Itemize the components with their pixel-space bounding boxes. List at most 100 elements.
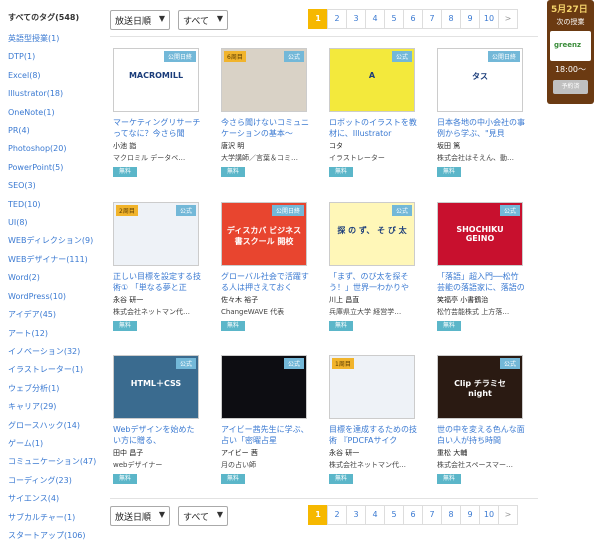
reserve-button[interactable]: 予約済 [553, 80, 588, 94]
page-link[interactable]: 7 [422, 505, 442, 525]
lesson-card[interactable]: 公式 2周目 正しい目標を設定する技術① 「単なる夢と正 永谷 研一 株式会社ネットマン… [110, 199, 202, 339]
filter-select[interactable]: すべて ▼ [178, 10, 228, 30]
lesson-title[interactable]: 「まず、のび太を探そう！」世界一わかりや [329, 271, 417, 293]
price-badge: 無料 [113, 474, 137, 484]
lesson-thumbnail[interactable]: MACROMILL 公開日終 [113, 48, 199, 112]
page-link[interactable]: 10 [479, 505, 499, 525]
teacher-name: 小池 詣 [113, 142, 137, 150]
lesson-thumbnail[interactable]: SHOCHIKU GEINO 公式 [437, 202, 523, 266]
lesson-thumbnail[interactable]: Clip チラミセ night 公式 [437, 355, 523, 419]
tag-link[interactable]: OneNote(1) [8, 104, 100, 122]
tag-link[interactable]: キャリア(29) [8, 398, 100, 416]
filter-select[interactable]: すべて ▼ [178, 506, 228, 526]
lesson-thumbnail[interactable]: 公式 [221, 355, 307, 419]
page-link[interactable]: 5 [384, 9, 404, 29]
tag-link[interactable]: スタートアップ(106) [8, 527, 100, 545]
teacher-name: 川上 昌直 [329, 296, 360, 304]
lesson-title[interactable]: Webデザインを始めたい方に贈る、 [113, 424, 201, 446]
tag-link[interactable]: 英語型授業(1) [8, 30, 100, 48]
tag-link[interactable]: Word(2) [8, 269, 100, 287]
tag-link[interactable]: イラストレーター(1) [8, 361, 100, 379]
lesson-card[interactable]: SHOCHIKU GEINO 公式 「落語」超入門──松竹芸能の落語家に、落語の 笑福… [434, 199, 526, 339]
page-link[interactable]: 5 [384, 505, 404, 525]
official-badge: 公式 [499, 205, 520, 216]
lesson-thumbnail[interactable]: ディスカバ ビジネス書スクール 開校 公開日終 [221, 202, 307, 266]
page-link[interactable]: 3 [346, 505, 366, 525]
greenz-logo: greenz [554, 41, 582, 49]
tag-link[interactable]: アート(12) [8, 325, 100, 343]
tag-link[interactable]: イノベーション(32) [8, 343, 100, 361]
tag-link[interactable]: Photoshop(20) [8, 140, 100, 158]
tag-link[interactable]: ウェブ分析(1) [8, 380, 100, 398]
teacher-name: 永谷 研一 [113, 296, 144, 304]
tag-link[interactable]: WEBデザイナー(111) [8, 251, 100, 269]
page-link[interactable]: 6 [403, 9, 423, 29]
tag-link[interactable]: TED(10) [8, 196, 100, 214]
page-link[interactable]: 8 [441, 9, 461, 29]
lesson-title[interactable]: 今さら聞けないコミュニケーションの基本〜 [221, 117, 309, 139]
lesson-thumbnail[interactable]: HTML＋CSS 公式 [113, 355, 199, 419]
lesson-card[interactable]: A 公式 ロボットのイラストを教材に、Illustrator コタ イラストレーター 無料 [326, 45, 418, 185]
tag-link[interactable]: SEO(3) [8, 177, 100, 195]
lesson-title[interactable]: 目標を達成するための技術 『PDCFAサイク [329, 424, 417, 446]
lesson-card[interactable]: MACROMILL 公開日終マーケティングリサーチってなに？今さら聞小池 詣マクロ… [110, 45, 202, 185]
tag-link[interactable]: コーディング(23) [8, 472, 100, 490]
lesson-title[interactable]: 日本各地の中小会社の事例から学ぶ、"見貝 [437, 117, 525, 139]
lesson-title[interactable]: 世の中を変える色んな面白い人が持ち時間 [437, 424, 525, 446]
lesson-thumbnail[interactable]: 公式 2周目 [113, 202, 199, 266]
lesson-card[interactable]: HTML＋CSS 公式 Webデザインを始めたい方に贈る、 田中 昌子 webデザイナー… [110, 352, 202, 492]
page-link[interactable]: 6 [403, 505, 423, 525]
tag-link[interactable]: コミュニケーション(47) [8, 453, 100, 471]
sort-select[interactable]: 放送日順 ▼ [110, 506, 170, 526]
lesson-thumbnail[interactable]: 公式 6周目 [221, 48, 307, 112]
tag-link[interactable]: グロースハック(14) [8, 417, 100, 435]
page-link[interactable]: 2 [327, 505, 347, 525]
lesson-title[interactable]: 正しい目標を設定する技術① 「単なる夢と正 [113, 271, 201, 293]
next-page-button[interactable]: > [498, 505, 518, 525]
sort-select[interactable]: 放送日順 ▼ [110, 10, 170, 30]
next-page-button[interactable]: > [498, 9, 518, 29]
tag-link[interactable]: UI(8) [8, 214, 100, 232]
lesson-thumbnail[interactable]: 1周目 [329, 355, 415, 419]
page-link[interactable]: 1 [308, 9, 328, 29]
lesson-thumbnail[interactable]: タス 公開日終 [437, 48, 523, 112]
tag-link[interactable]: Excel(8) [8, 67, 100, 85]
lesson-title[interactable]: アイビー茜先生に学ぶ、占い「密曜占星 [221, 424, 309, 446]
tag-link[interactable]: PowerPoint(5) [8, 159, 100, 177]
lesson-card[interactable]: Clip チラミセ night 公式 世の中を変える色んな面白い人が持ち時間 重松 大… [434, 352, 526, 492]
lesson-card[interactable]: 公式 6周目 今さら聞けないコミュニケーションの基本〜 唐沢 明大学講師／言葉＆コミ…… [218, 45, 310, 185]
page-link[interactable]: 9 [460, 505, 480, 525]
lesson-title[interactable]: ロボットのイラストを教材に、Illustrator [329, 117, 417, 139]
tag-link[interactable]: WEBディレクション(9) [8, 232, 100, 250]
lesson-card[interactable]: 探 の ず、 そ び 太 公式 「まず、のび太を探そう！」世界一わかりや 川上 昌直兵… [326, 199, 418, 339]
page-link[interactable]: 9 [460, 9, 480, 29]
lesson-card[interactable]: 1周目 目標を達成するための技術 『PDCFAサイク 永谷 研一 株式会社ネットマン代… [326, 352, 418, 492]
page-link[interactable]: 7 [422, 9, 442, 29]
page-link[interactable]: 10 [479, 9, 499, 29]
lesson-title[interactable]: マーケティングリサーチってなに？今さら聞 [113, 117, 201, 139]
page-link[interactable]: 8 [441, 505, 461, 525]
page-link[interactable]: 1 [308, 505, 328, 525]
tag-link[interactable]: PR(4) [8, 122, 100, 140]
tag-link[interactable]: サブカルチャー(1) [8, 509, 100, 527]
tag-link[interactable]: ゲーム(1) [8, 435, 100, 453]
tag-link[interactable]: WordPress(10) [8, 288, 100, 306]
teacher-description: マクロミル データベ… [113, 154, 186, 162]
lesson-card[interactable]: タス 公開日終 日本各地の中小会社の事例から学ぶ、"見貝 坂田 篤株式会社はそえん、動… [434, 45, 526, 185]
lesson-title[interactable]: 「落語」超入門──松竹芸能の落語家に、落語の [437, 271, 525, 293]
widget-logo-box[interactable]: greenz [550, 31, 591, 61]
tag-link[interactable]: サイエンス(4) [8, 490, 100, 508]
tag-link[interactable]: DTP(1) [8, 48, 100, 66]
lesson-thumbnail[interactable]: A 公式 [329, 48, 415, 112]
page-link[interactable]: 4 [365, 9, 385, 29]
tag-link[interactable]: アイデア(45) [8, 306, 100, 324]
page-link[interactable]: 4 [365, 505, 385, 525]
lesson-title[interactable]: グローバル社会で活躍する人は押さえておく [221, 271, 309, 293]
lesson-card[interactable]: ディスカバ ビジネス書スクール 開校 公開日終グローバル社会で活躍する人は押さえて… [218, 199, 310, 339]
lesson-card[interactable]: 公式 アイビー茜先生に学ぶ、占い「密曜占星 アイビー 茜月の占い師 無料 [218, 352, 310, 492]
page-link[interactable]: 3 [346, 9, 366, 29]
page-link[interactable]: 2 [327, 9, 347, 29]
all-tags-heading[interactable]: すべてのタグ(548) [8, 12, 100, 23]
lesson-thumbnail[interactable]: 探 の ず、 そ び 太 公式 [329, 202, 415, 266]
tag-link[interactable]: Illustrator(18) [8, 85, 100, 103]
